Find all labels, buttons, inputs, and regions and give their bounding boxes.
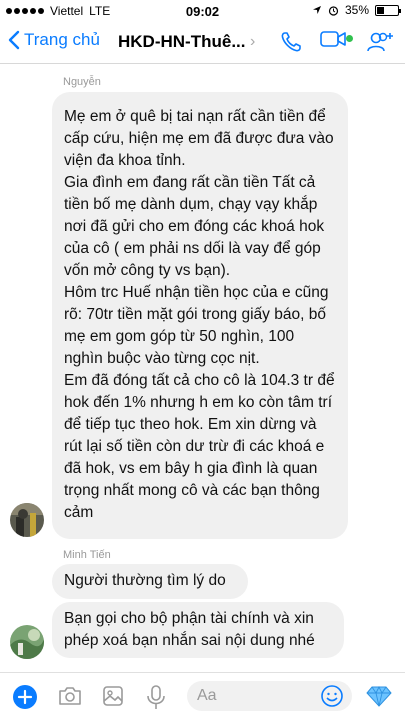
message-bubble[interactable]: Mẹ em ở quê bị tai nạn rất cần tiền để c… <box>52 92 348 539</box>
video-icon <box>320 31 346 47</box>
location-icon <box>312 6 321 14</box>
back-button[interactable]: Trang chủ <box>8 30 100 50</box>
camera-button[interactable] <box>57 685 83 712</box>
sender-name: Minh Tiến <box>63 549 111 561</box>
chevron-left-icon <box>8 30 20 50</box>
gallery-button[interactable] <box>101 684 125 713</box>
image-icon <box>103 686 123 706</box>
emoji-icon <box>321 685 343 707</box>
microphone-icon <box>147 685 165 709</box>
message-bubble[interactable]: Bạn gọi cho bộ phận tài chính và xin phé… <box>52 602 344 658</box>
plus-icon <box>13 685 37 709</box>
chevron-right-icon[interactable]: › <box>250 33 255 51</box>
phone-icon[interactable] <box>279 30 303 54</box>
diamond-icon <box>366 685 392 707</box>
like-button[interactable] <box>366 684 392 713</box>
message-bubble[interactable]: Người thường tìm lý do <box>52 564 248 599</box>
battery-icon <box>375 4 401 16</box>
composer-bar: Aa <box>0 672 405 720</box>
alarm-icon <box>328 5 339 16</box>
message-paragraph: Mẹ em ở quê bị tai nạn rất cần tiền để c… <box>64 108 334 169</box>
camera-icon <box>59 687 81 705</box>
message-paragraph: Gia đình em đang rất cần tiền Tất cả tiề… <box>64 174 325 279</box>
emoji-button[interactable] <box>320 684 344 713</box>
avatar[interactable] <box>10 625 44 659</box>
conversation-header: Trang chủ HKD-HN-Thuê... › <box>0 22 405 64</box>
voice-button[interactable] <box>146 684 166 715</box>
sender-name: Nguyễn <box>63 76 101 88</box>
online-dot-icon <box>346 35 353 42</box>
add-people-icon[interactable] <box>365 30 395 54</box>
battery-percent: 35% <box>344 3 369 17</box>
back-label: Trang chủ <box>24 30 100 49</box>
conversation-title[interactable]: HKD-HN-Thuê... <box>118 32 248 52</box>
video-call-button[interactable] <box>319 28 353 55</box>
more-actions-button[interactable] <box>12 684 38 715</box>
message-paragraph: Em đã đóng tất cả cho cô là 104.3 tr để … <box>64 372 335 521</box>
message-paragraph: Hôm trc Huế nhận tiền học của e cũng rõ:… <box>64 284 329 367</box>
avatar[interactable] <box>10 503 44 537</box>
status-bar: Viettel LTE 09:02 35% <box>0 0 405 22</box>
